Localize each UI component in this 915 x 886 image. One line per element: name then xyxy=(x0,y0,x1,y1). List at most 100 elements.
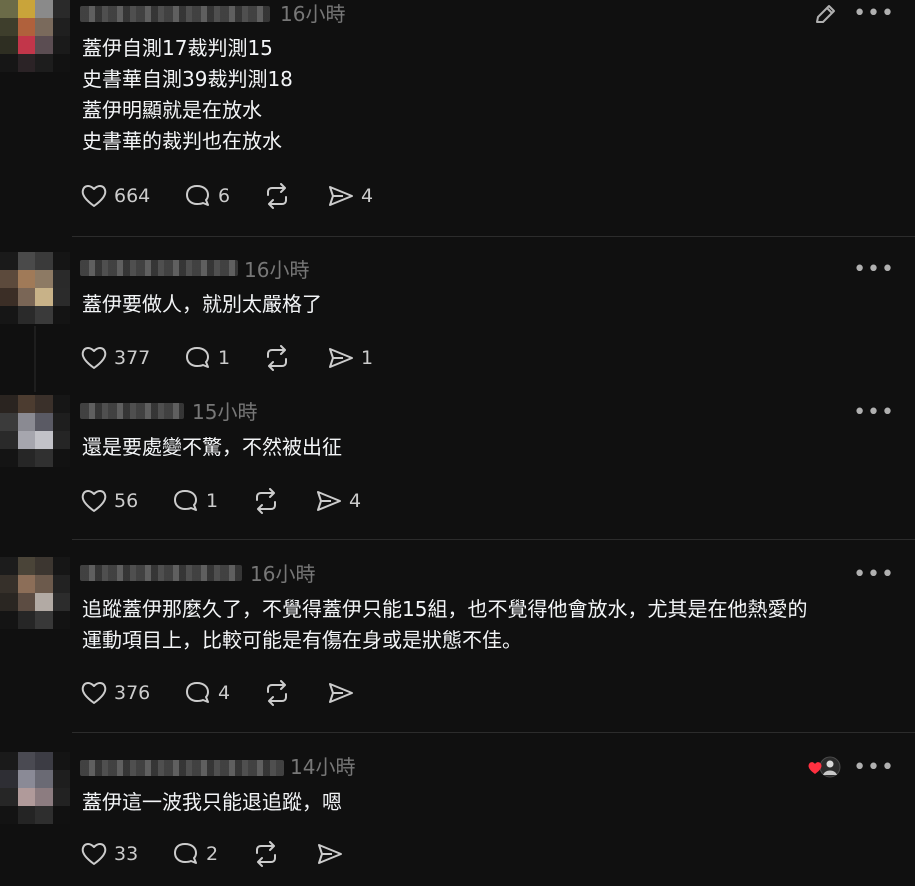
repost-arrows-icon xyxy=(267,183,287,209)
like-count: 377 xyxy=(114,347,151,369)
post-time[interactable]: 14小時 xyxy=(290,755,355,779)
share-count: 1 xyxy=(361,347,374,369)
speech-bubble-icon xyxy=(186,682,209,703)
share-button[interactable]: 4 xyxy=(315,486,361,516)
reply-post: 16小時 ••• 蓋伊自測17裁判測15 史書華自測39裁判測18 蓋伊明顯就是… xyxy=(0,0,915,236)
post-text-line: 運動項目上，比較可能是有傷在身或是狀態不佳。 xyxy=(82,628,522,652)
speech-bubble-icon xyxy=(186,185,209,206)
repost-button[interactable] xyxy=(252,486,280,516)
post-text: 追蹤蓋伊那麼久了，不覺得蓋伊只能15組，也不覺得他會放水，尤其是在他熱愛的 運動… xyxy=(82,594,807,656)
reply-post: 14小時 ••• 蓋伊這一波我只能退追蹤，嗯 33 2 xyxy=(0,752,915,886)
heart-icon xyxy=(81,185,107,207)
like-button[interactable]: 33 xyxy=(80,839,138,869)
post-time[interactable]: 16小時 xyxy=(280,2,345,26)
reply-button[interactable]: 4 xyxy=(184,678,230,708)
reply-post: 16小時 ••• 追蹤蓋伊那麼久了，不覺得蓋伊只能15組，也不覺得他會放水，尤其… xyxy=(0,557,915,727)
like-button[interactable]: 664 xyxy=(80,181,150,211)
like-button[interactable]: 56 xyxy=(80,486,138,516)
post-time[interactable]: 15小時 xyxy=(192,400,257,424)
share-count: 4 xyxy=(361,185,374,207)
repost-button[interactable] xyxy=(263,181,291,211)
share-button[interactable] xyxy=(327,678,355,708)
like-count: 376 xyxy=(114,682,151,704)
post-text-line: 蓋伊明顯就是在放水 xyxy=(82,98,262,122)
liked-by-author-badge[interactable] xyxy=(806,756,842,778)
like-count: 56 xyxy=(114,490,139,512)
post-time[interactable]: 16小時 xyxy=(250,562,315,586)
username-blurred[interactable] xyxy=(80,403,184,419)
like-count: 664 xyxy=(114,185,151,207)
avatar[interactable] xyxy=(0,557,70,629)
send-paper-plane-icon xyxy=(329,348,353,368)
heart-icon xyxy=(81,490,107,512)
post-text-line: 蓋伊自測17裁判測15 xyxy=(82,36,273,60)
reply-button[interactable]: 1 xyxy=(172,486,218,516)
post-text-line: 蓋伊這一波我只能退追蹤，嗯 xyxy=(82,790,342,814)
repost-arrows-icon xyxy=(267,345,287,371)
action-bar: 376 4 xyxy=(80,678,400,708)
post-text-line: 史書華的裁判也在放水 xyxy=(82,129,282,153)
heart-icon xyxy=(81,347,107,369)
repost-arrows-icon xyxy=(267,680,287,706)
repost-button[interactable] xyxy=(263,343,291,373)
like-count: 33 xyxy=(114,843,139,865)
reply-button[interactable]: 6 xyxy=(184,181,230,211)
more-icon[interactable]: ••• xyxy=(853,564,895,586)
post-text-line: 蓋伊要做人，就別太嚴格了 xyxy=(82,292,322,316)
thread-line xyxy=(34,326,36,392)
username-blurred[interactable] xyxy=(80,6,270,22)
post-text-line: 追蹤蓋伊那麼久了，不覺得蓋伊只能15組，也不覺得他會放水，尤其是在他熱愛的 xyxy=(82,597,808,621)
pencil-icon[interactable] xyxy=(812,4,838,30)
post-divider xyxy=(72,732,915,733)
avatar[interactable] xyxy=(0,252,70,324)
more-icon[interactable]: ••• xyxy=(853,3,895,25)
share-button[interactable] xyxy=(316,839,344,869)
avatar[interactable] xyxy=(0,752,70,824)
send-paper-plane-icon xyxy=(317,491,341,511)
more-icon[interactable]: ••• xyxy=(853,402,895,424)
send-paper-plane-icon xyxy=(329,186,353,206)
post-time[interactable]: 16小時 xyxy=(244,258,309,282)
username-blurred[interactable] xyxy=(80,260,238,276)
reply-count: 2 xyxy=(206,843,219,865)
reply-post: 15小時 ••• 還是要處變不驚，不然被出征 56 1 4 xyxy=(0,395,915,535)
post-text: 還是要處變不驚，不然被出征 xyxy=(82,432,342,463)
share-count: 4 xyxy=(349,490,362,512)
repost-button[interactable] xyxy=(252,839,280,869)
heart-icon xyxy=(81,843,107,865)
post-text: 蓋伊自測17裁判測15 史書華自測39裁判測18 蓋伊明顯就是在放水 史書華的裁… xyxy=(82,33,293,157)
speech-bubble-icon xyxy=(174,843,197,864)
action-bar: 377 1 1 xyxy=(80,343,400,373)
action-bar: 664 6 4 xyxy=(80,181,400,211)
share-button[interactable]: 4 xyxy=(327,181,373,211)
reply-post: 16小時 ••• 蓋伊要做人，就別太嚴格了 377 1 1 xyxy=(0,252,915,392)
speech-bubble-icon xyxy=(174,490,197,511)
post-divider xyxy=(72,539,915,540)
username-blurred[interactable] xyxy=(80,760,284,776)
post-divider xyxy=(72,236,915,237)
heart-avatar-icon xyxy=(808,756,841,778)
more-icon[interactable]: ••• xyxy=(853,757,895,779)
like-button[interactable]: 377 xyxy=(80,343,150,373)
post-text: 蓋伊要做人，就別太嚴格了 xyxy=(82,289,322,320)
like-button[interactable]: 376 xyxy=(80,678,150,708)
post-text-line: 史書華自測39裁判測18 xyxy=(82,67,293,91)
reply-count: 1 xyxy=(218,347,231,369)
avatar[interactable] xyxy=(0,0,70,72)
speech-bubble-icon xyxy=(186,347,209,368)
reply-button[interactable]: 1 xyxy=(184,343,230,373)
username-blurred[interactable] xyxy=(80,565,242,581)
repost-button[interactable] xyxy=(263,678,291,708)
reply-button[interactable]: 2 xyxy=(172,839,218,869)
more-icon[interactable]: ••• xyxy=(853,259,895,281)
share-button[interactable]: 1 xyxy=(327,343,373,373)
send-paper-plane-icon xyxy=(329,683,353,703)
avatar[interactable] xyxy=(0,395,70,467)
reply-count: 1 xyxy=(206,490,219,512)
reply-count: 6 xyxy=(218,185,231,207)
reply-count: 4 xyxy=(218,682,231,704)
send-paper-plane-icon xyxy=(318,844,342,864)
repost-arrows-icon xyxy=(256,488,276,514)
action-bar: 33 2 xyxy=(80,839,400,869)
heart-icon xyxy=(81,682,107,704)
